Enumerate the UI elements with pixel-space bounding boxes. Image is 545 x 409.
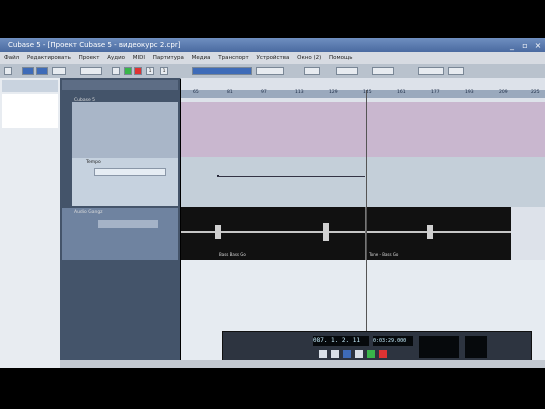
activate-project-button[interactable]: [4, 67, 12, 75]
automation-line: [217, 176, 365, 177]
quantize-select[interactable]: [372, 67, 394, 75]
tempo-display: [419, 336, 459, 358]
record-button[interactable]: [134, 67, 142, 75]
waveform-1: [181, 231, 365, 233]
rewind-button[interactable]: [319, 350, 327, 358]
playhead-cursor[interactable]: [366, 90, 367, 368]
window-title: Cubase 5 - [Проект Cubase 5 - видеокурс …: [8, 41, 181, 49]
close-icon[interactable]: ×: [533, 41, 543, 50]
track-2-controls[interactable]: [94, 168, 166, 176]
waveform-peak: [323, 223, 329, 241]
menu-window[interactable]: Окно (2): [297, 55, 321, 61]
audio-event-2-label: Tone - Bass Go: [369, 252, 399, 257]
menu-audio[interactable]: Аудио: [107, 55, 125, 61]
menu-file[interactable]: Файл: [4, 55, 19, 61]
meter-display: [465, 336, 487, 358]
menu-transport[interactable]: Транспорт: [218, 55, 249, 61]
minimize-icon[interactable]: _: [507, 41, 517, 50]
window-title-bar: Cubase 5 - [Проект Cubase 5 - видеокурс …: [0, 38, 545, 52]
toolbar-counter-b: 1: [160, 67, 168, 75]
track-list: Cubase 5 Tempo Audio Gangz: [60, 78, 180, 368]
stop-button[interactable]: [112, 67, 120, 75]
color-select[interactable]: [418, 67, 444, 75]
menu-bar: Файл Редактировать Проект Аудио MIDI Пар…: [0, 52, 545, 64]
touch-mode-select[interactable]: [52, 67, 66, 75]
track-2-label: Tempo: [86, 160, 101, 165]
track-2-panel[interactable]: Tempo: [72, 158, 178, 206]
play-button[interactable]: [124, 67, 132, 75]
timeline-ruler[interactable]: 65 81 97 113 129 145 161 177 193 209 225: [181, 90, 545, 98]
audio-track-controls[interactable]: [98, 220, 158, 228]
audio-track-label: Audio Gangz: [74, 210, 103, 215]
constrain-button[interactable]: [22, 67, 34, 75]
tool-palette[interactable]: [192, 67, 252, 75]
transport-play-button[interactable]: [367, 350, 375, 358]
tool-palette-2[interactable]: [256, 67, 284, 75]
inspector-header: [2, 80, 58, 92]
folder-lane[interactable]: [181, 102, 545, 157]
status-bar: [60, 360, 545, 368]
menu-project[interactable]: Проект: [79, 55, 100, 61]
menu-help[interactable]: Помощь: [329, 55, 352, 61]
transport-record-button[interactable]: [379, 350, 387, 358]
waveform-peak: [215, 225, 221, 239]
menu-midi[interactable]: MIDI: [133, 55, 145, 61]
menu-devices[interactable]: Устройства: [257, 55, 290, 61]
toolbar-counter-a: 1: [146, 67, 154, 75]
audio-event-1[interactable]: [181, 207, 367, 260]
auto-mode-button[interactable]: [36, 67, 48, 75]
transport-panel: 087. 1. 2. 11 0:03:29.000: [222, 331, 532, 363]
menu-edit[interactable]: Редактировать: [27, 55, 71, 61]
menu-media[interactable]: Медиа: [192, 55, 211, 61]
maximize-icon[interactable]: ▫: [520, 41, 530, 50]
tempo-lane[interactable]: [181, 157, 545, 207]
audio-event-1-label: Bass Bass Go: [219, 252, 246, 257]
audio-lane[interactable]: Bass Bass Go Tone - Bass Go: [181, 207, 511, 260]
menu-score[interactable]: Партитура: [153, 55, 184, 61]
waveform-2: [367, 231, 511, 233]
automation-mode-select[interactable]: [80, 67, 102, 75]
waveform-peak: [427, 225, 433, 239]
tracklist-header: [62, 80, 178, 90]
grid-type-select[interactable]: [336, 67, 358, 75]
cycle-button[interactable]: [343, 350, 351, 358]
transport-position: 087. 1. 2. 11: [313, 336, 369, 346]
forward-button[interactable]: [331, 350, 339, 358]
snap-toggle[interactable]: [304, 67, 320, 75]
transport-time: 0:03:29.000: [373, 336, 413, 346]
audio-track-panel[interactable]: Audio Gangz: [62, 208, 178, 260]
track-1-panel[interactable]: [72, 102, 178, 158]
zoom-select[interactable]: [448, 67, 464, 75]
inspector-panel: [0, 78, 61, 368]
transport-stop-button[interactable]: [355, 350, 363, 358]
inspector-list[interactable]: [2, 94, 58, 128]
